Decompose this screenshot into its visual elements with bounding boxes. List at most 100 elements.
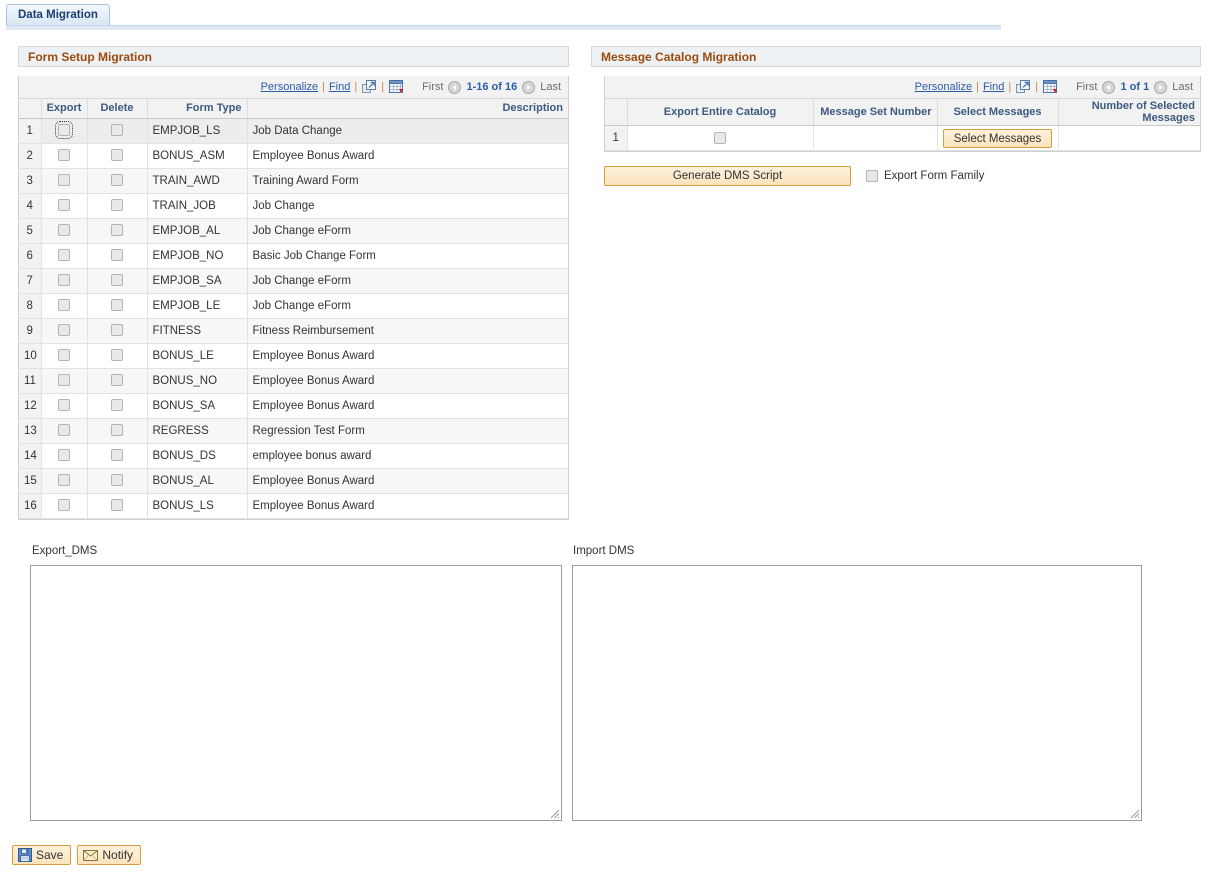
description-cell: Job Change eForm bbox=[247, 293, 568, 319]
find-link-message-catalog[interactable]: Find bbox=[983, 81, 1004, 93]
row-number: 2 bbox=[19, 143, 42, 169]
delete-checkbox[interactable] bbox=[111, 474, 123, 487]
export-checkbox[interactable] bbox=[58, 424, 70, 437]
table-row: 10 BONUS_LE Employee Bonus Award bbox=[19, 343, 568, 369]
select-messages-button[interactable]: Select Messages bbox=[942, 128, 1053, 148]
export-checkbox[interactable] bbox=[58, 274, 70, 287]
description-cell: Employee Bonus Award bbox=[247, 343, 568, 369]
form-type-cell: BONUS_DS bbox=[147, 443, 248, 469]
export-checkbox[interactable] bbox=[58, 499, 70, 512]
import-dms-label: Import DMS bbox=[573, 545, 635, 557]
table-row: 11 BONUS_NO Employee Bonus Award bbox=[19, 368, 568, 394]
delete-checkbox[interactable] bbox=[111, 499, 123, 512]
delete-checkbox[interactable] bbox=[111, 324, 123, 337]
export-checkbox[interactable] bbox=[58, 399, 70, 412]
export-checkbox[interactable] bbox=[55, 121, 73, 140]
first-page-label[interactable]: First bbox=[1076, 81, 1097, 93]
description-cell: Employee Bonus Award bbox=[247, 493, 568, 519]
delete-checkbox[interactable] bbox=[111, 349, 123, 362]
column-header-form-type[interactable]: Form Type bbox=[147, 99, 248, 119]
description-cell: Employee Bonus Award bbox=[247, 393, 568, 419]
export-checkbox[interactable] bbox=[58, 374, 70, 387]
export-checkbox[interactable] bbox=[58, 324, 70, 337]
message-catalog-header-row: Export Entire Catalog Message Set Number… bbox=[605, 99, 1200, 126]
delete-cell bbox=[87, 418, 148, 444]
row-number: 6 bbox=[19, 243, 42, 269]
column-header-seq bbox=[19, 99, 42, 119]
personalize-link-message-catalog[interactable]: Personalize bbox=[915, 81, 972, 93]
form-type-cell: EMPJOB_LE bbox=[147, 293, 248, 319]
save-button[interactable]: Save bbox=[12, 845, 72, 865]
delete-checkbox[interactable] bbox=[111, 174, 123, 187]
last-page-label[interactable]: Last bbox=[540, 81, 561, 93]
export-checkbox[interactable] bbox=[58, 349, 70, 362]
delete-checkbox[interactable] bbox=[111, 399, 123, 412]
export-dms-textarea[interactable] bbox=[30, 565, 562, 821]
table-row: 5 EMPJOB_AL Job Change eForm bbox=[19, 218, 568, 244]
row-number: 1 bbox=[605, 125, 628, 151]
message-set-number-cell[interactable] bbox=[813, 125, 938, 151]
envelope-icon bbox=[83, 849, 99, 862]
form-setup-header-row: Export Delete Form Type Description bbox=[19, 99, 568, 119]
import-dms-resize-grip[interactable] bbox=[1129, 808, 1140, 819]
column-header-export-entire-catalog[interactable]: Export Entire Catalog bbox=[627, 99, 814, 126]
expand-window-icon[interactable] bbox=[362, 80, 377, 94]
delete-checkbox[interactable] bbox=[111, 274, 123, 287]
export-entire-catalog-checkbox[interactable] bbox=[714, 131, 726, 144]
download-to-spreadsheet-icon[interactable] bbox=[1043, 80, 1058, 94]
export-checkbox[interactable] bbox=[58, 449, 70, 462]
export-checkbox[interactable] bbox=[58, 174, 70, 187]
next-page-icon[interactable] bbox=[1154, 80, 1168, 94]
export-entire-catalog-cell bbox=[627, 125, 814, 151]
tab-data-migration[interactable]: Data Migration bbox=[6, 4, 110, 25]
export-cell bbox=[41, 218, 88, 244]
previous-page-icon[interactable] bbox=[1102, 80, 1116, 94]
delete-checkbox[interactable] bbox=[111, 449, 123, 462]
expand-window-icon[interactable] bbox=[1016, 80, 1031, 94]
delete-checkbox[interactable] bbox=[111, 224, 123, 237]
column-header-export[interactable]: Export bbox=[41, 99, 88, 119]
export-checkbox[interactable] bbox=[58, 474, 70, 487]
delete-checkbox[interactable] bbox=[111, 124, 123, 137]
export-checkbox[interactable] bbox=[58, 149, 70, 162]
find-link-form-setup[interactable]: Find bbox=[329, 81, 350, 93]
last-page-label[interactable]: Last bbox=[1172, 81, 1193, 93]
import-dms-textarea[interactable] bbox=[572, 565, 1142, 821]
message-catalog-migration-title: Message Catalog Migration bbox=[591, 46, 1201, 67]
export-checkbox[interactable] bbox=[58, 299, 70, 312]
export-form-family-checkbox[interactable] bbox=[866, 170, 878, 182]
column-header-number-of-selected-messages[interactable]: Number of Selected Messages bbox=[1058, 99, 1200, 126]
export-checkbox[interactable] bbox=[58, 224, 70, 237]
personalize-link-form-setup[interactable]: Personalize bbox=[261, 81, 318, 93]
column-header-description[interactable]: Description bbox=[247, 99, 568, 119]
row-number: 11 bbox=[19, 368, 42, 394]
form-type-cell: BONUS_AL bbox=[147, 468, 248, 494]
generate-dms-script-button[interactable]: Generate DMS Script bbox=[604, 166, 851, 186]
notify-button[interactable]: Notify bbox=[77, 845, 142, 865]
delete-checkbox[interactable] bbox=[111, 199, 123, 212]
message-catalog-table: Export Entire Catalog Message Set Number… bbox=[605, 99, 1200, 151]
table-row: 14 BONUS_DS employee bonus award bbox=[19, 443, 568, 469]
table-row: 1 Select Messages bbox=[605, 125, 1200, 151]
column-header-select-messages[interactable]: Select Messages bbox=[937, 99, 1059, 126]
toolbar-separator: | bbox=[976, 81, 979, 93]
delete-checkbox[interactable] bbox=[111, 299, 123, 312]
delete-checkbox[interactable] bbox=[111, 424, 123, 437]
export-checkbox[interactable] bbox=[58, 249, 70, 262]
column-header-message-set-number[interactable]: Message Set Number bbox=[813, 99, 938, 126]
export-cell bbox=[41, 318, 88, 344]
download-to-spreadsheet-icon[interactable] bbox=[389, 80, 404, 94]
form-type-cell: EMPJOB_SA bbox=[147, 268, 248, 294]
next-page-icon[interactable] bbox=[522, 80, 536, 94]
delete-checkbox[interactable] bbox=[111, 374, 123, 387]
form-type-cell: BONUS_SA bbox=[147, 393, 248, 419]
delete-checkbox[interactable] bbox=[111, 149, 123, 162]
export-checkbox[interactable] bbox=[58, 199, 70, 212]
export-dms-resize-grip[interactable] bbox=[549, 808, 560, 819]
first-page-label[interactable]: First bbox=[422, 81, 443, 93]
column-header-delete[interactable]: Delete bbox=[87, 99, 148, 119]
export-cell bbox=[41, 443, 88, 469]
delete-checkbox[interactable] bbox=[111, 249, 123, 262]
export-cell bbox=[41, 368, 88, 394]
previous-page-icon[interactable] bbox=[448, 80, 462, 94]
